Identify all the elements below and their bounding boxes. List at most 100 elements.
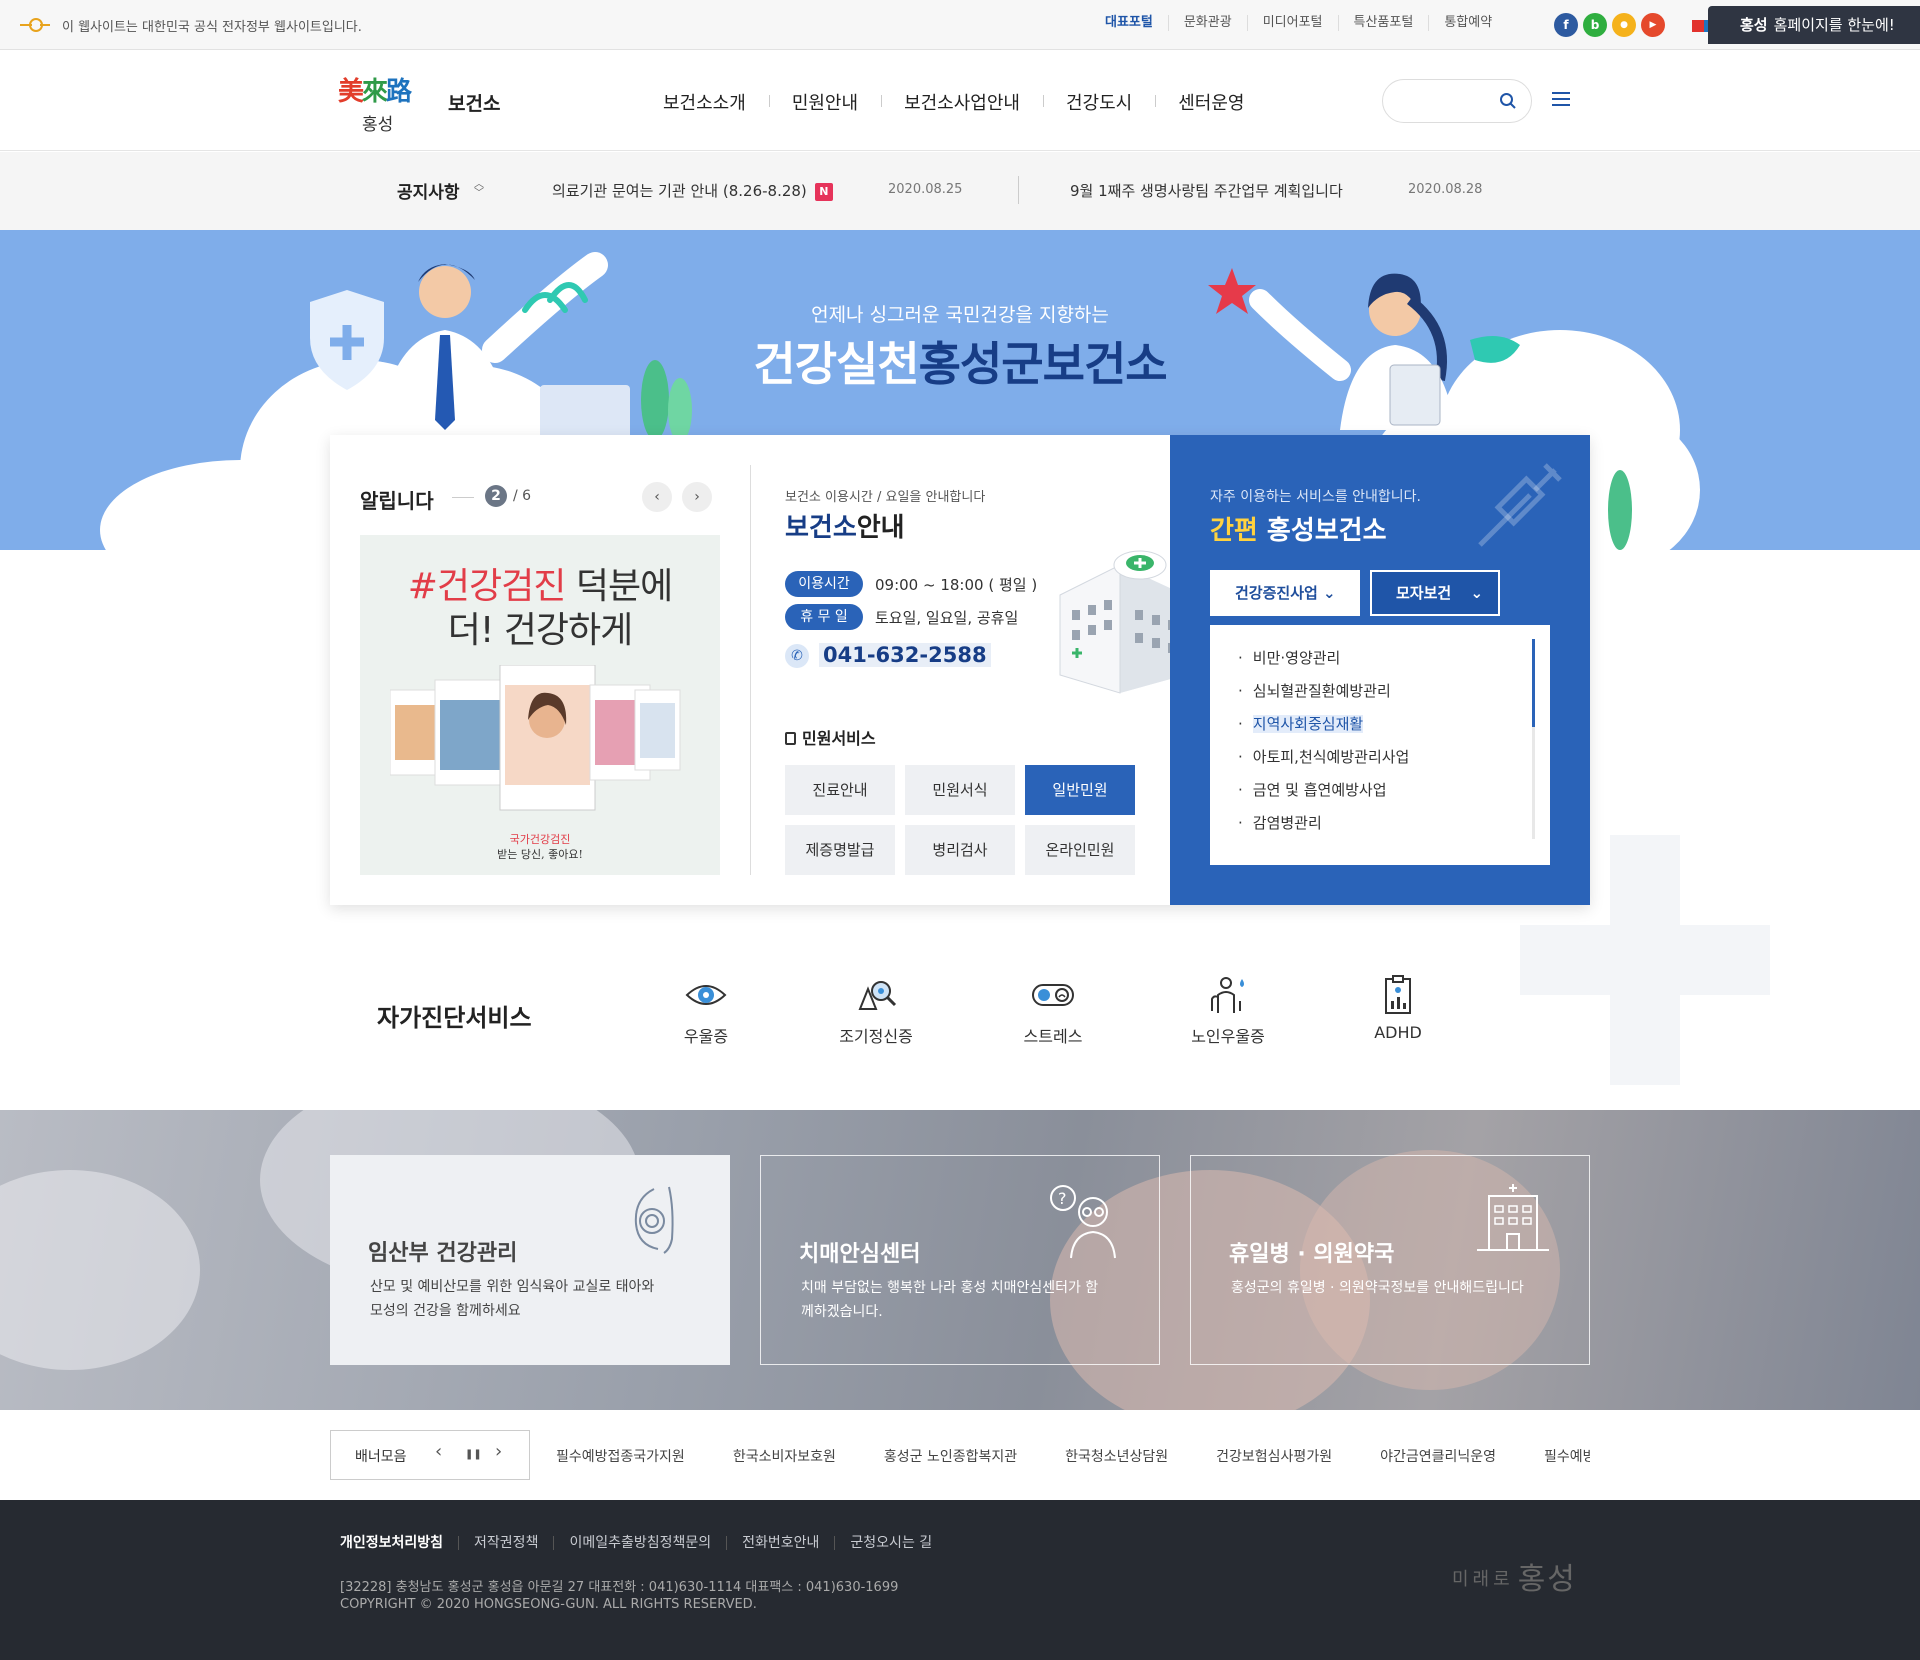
site-logo[interactable]: 美來路 홍성: [338, 71, 412, 135]
list-item[interactable]: 심뇌혈관질환예방관리: [1238, 680, 1550, 713]
phone-icon: ✆: [785, 644, 809, 668]
phone-number[interactable]: ✆ 041-632-2588: [785, 643, 991, 668]
banner-pause-button[interactable]: ❚❚: [465, 1449, 482, 1460]
blog-icon[interactable]: b: [1583, 13, 1607, 37]
list-item[interactable]: 감염병관리: [1238, 812, 1550, 845]
banner-controls: 배너모음 ‹ ❚❚ ›: [330, 1430, 530, 1480]
diagnosis-elderly-depression[interactable]: 노인우울증: [1168, 975, 1288, 1047]
nav-item-projects[interactable]: 보건소사업안내: [881, 89, 1043, 115]
nav-item-healthy-city[interactable]: 건강도시: [1042, 89, 1155, 115]
search-icon[interactable]: [1499, 92, 1517, 110]
card-maternal-health[interactable]: 임산부 건강관리 산모 및 예비산모를 위한 임식육아 교실로 태아와 모성의 …: [330, 1155, 730, 1365]
card-description: 치매 부담없는 행복한 나라 홍성 치매안심센터가 함께하겠습니다.: [801, 1280, 1099, 1320]
sns-links: f b ● ▶: [1554, 13, 1665, 37]
quick-list-scrollbar[interactable]: [1532, 639, 1535, 839]
notice-item[interactable]: 9월 1째주 생명사랑팀 주간업무 계획입니다: [1070, 180, 1343, 201]
banner-link[interactable]: 야간금연클리닉운영: [1380, 1446, 1496, 1466]
diagnosis-adhd[interactable]: ADHD: [1338, 975, 1458, 1042]
portal-link-reservation[interactable]: 통합예약: [1428, 15, 1507, 31]
footer-link-copyright[interactable]: 저작권정책: [458, 1536, 553, 1550]
civil-service-title: 민원서비스: [785, 725, 876, 749]
diagnosis-stress[interactable]: 스트레스: [993, 975, 1113, 1047]
notify-total-page: / 6: [513, 488, 532, 504]
banner-link[interactable]: 필수예방접종국가지원: [1544, 1446, 1590, 1466]
quick-category-select-health[interactable]: 건강증진사업 ⌄: [1210, 570, 1360, 616]
search-input[interactable]: [1382, 79, 1532, 123]
list-item[interactable]: 아토피,천식예방관리사업: [1238, 746, 1550, 779]
service-button-general[interactable]: 일반민원: [1025, 765, 1135, 815]
service-button-certificates[interactable]: 제증명발급: [785, 825, 895, 875]
notify-prev-button[interactable]: ‹: [642, 482, 672, 512]
hero-title: 건강실천홍성군보건소: [753, 337, 1167, 391]
portal-link-culture[interactable]: 문화관광: [1167, 15, 1247, 31]
card-holiday-clinics[interactable]: 휴일병 · 의원약국 홍성군의 휴일병 · 의원약국정보를 안내해드립니다: [1190, 1155, 1590, 1365]
banner-link[interactable]: 한국소비자보호원: [733, 1446, 836, 1466]
service-button-pathology[interactable]: 병리검사: [905, 825, 1015, 875]
nav-item-intro[interactable]: 보건소소개: [640, 89, 769, 115]
diagnosis-depression[interactable]: 우울증: [646, 975, 766, 1047]
footer-link-email-policy[interactable]: 이메일추출방침정책문의: [553, 1536, 726, 1550]
logo-hanja: 美來路: [338, 77, 412, 107]
main-nav: 보건소소개 민원안내 보건소사업안내 건강도시 센터운영: [640, 89, 1267, 115]
health-center-building-icon: [1059, 550, 1185, 694]
hamburger-menu-icon[interactable]: [1552, 92, 1570, 108]
notify-next-button[interactable]: ›: [682, 482, 712, 512]
svg-text:?: ?: [1058, 1189, 1067, 1208]
clipboard-chart-icon: [1385, 975, 1411, 1014]
new-badge: N: [814, 183, 833, 201]
clipboard-icon: [785, 732, 796, 745]
service-button-clinic[interactable]: 진료안내: [785, 765, 895, 815]
card-dementia-center[interactable]: ? 치매안심센터 치매 부담없는 행복한 나라 홍성 치매안심센터가 함께하겠습…: [760, 1155, 1160, 1365]
banner-link[interactable]: 건강보험심사평가원: [1216, 1446, 1332, 1466]
hongseong-sites-button[interactable]: 홍성 홈페이지를 한눈에!: [1708, 6, 1920, 44]
promo-photo-collage: [390, 665, 681, 811]
footer-link-phone[interactable]: 전화번호안내: [726, 1536, 834, 1550]
hours-pill: 이용시간: [785, 571, 863, 597]
notice-toggle-icon[interactable]: ︿ ﹀: [474, 180, 486, 200]
main-panel: 알립니다 2 / 6 ‹ › #건강검진 덕분에 더! 건강하게 국가건강검진 받는…: [330, 435, 1590, 905]
quick-category-select-maternal[interactable]: 모자보건 ⌄: [1370, 570, 1500, 616]
service-button-online[interactable]: 온라인민원: [1025, 825, 1135, 875]
banner-link[interactable]: 한국청소년상담원: [1065, 1446, 1168, 1466]
notify-title: 알립니다: [360, 489, 434, 513]
eye-icon: [685, 985, 727, 1005]
closed-text: 토요일, 일요일, 공휴일: [875, 609, 1019, 627]
portal-link-products[interactable]: 특산품포털: [1337, 15, 1429, 31]
banner-link[interactable]: 홍성군 노인종합복지관: [884, 1446, 1017, 1466]
egov-logo-icon: [20, 18, 50, 32]
promo-footer-title: 국가건강검진: [509, 833, 571, 846]
banner-link[interactable]: 필수예방접종국가지원: [556, 1446, 685, 1466]
notify-promo-banner[interactable]: #건강검진 덕분에 더! 건강하게 국가건강검진 받는 당신, 좋아요!: [360, 535, 720, 875]
notice-item[interactable]: 의료기관 문여는 기관 안내 (8.26-8.28) N: [552, 180, 833, 201]
notify-pagination: 2 / 6: [485, 485, 531, 507]
dementia-icon: ?: [1050, 1185, 1116, 1259]
diagnosis-early-psychosis[interactable]: 조기정신증: [816, 975, 936, 1047]
portal-link-main[interactable]: 대표포털: [1090, 15, 1168, 31]
nav-item-civil[interactable]: 민원안내: [768, 89, 881, 115]
card-description: 산모 및 예비산모를 위한 임식육아 교실로 태아와 모성의 건강을 함께하세요: [370, 1279, 655, 1319]
site-name[interactable]: 보건소: [448, 89, 500, 116]
facebook-icon[interactable]: f: [1554, 13, 1578, 37]
nav-item-centers[interactable]: 센터운영: [1155, 89, 1267, 115]
list-item[interactable]: 비만·영양관리: [1238, 647, 1550, 680]
closed-pill: 휴 무 일: [785, 604, 863, 630]
info-label: 보건소 이용시간 / 요일을 안내합니다: [785, 490, 986, 505]
banner-label: 배너모음: [355, 1449, 407, 1465]
hongseong-tab-bold: 홍성: [1740, 16, 1768, 34]
youtube-icon[interactable]: ▶: [1641, 13, 1665, 37]
notice-divider: [1018, 176, 1019, 204]
kakao-story-icon[interactable]: ●: [1612, 13, 1636, 37]
footer-copyright: COPYRIGHT © 2020 HONGSEONG-GUN. ALL RIGH…: [340, 1597, 757, 1612]
list-item[interactable]: 금연 및 흡연예방사업: [1238, 779, 1550, 812]
service-button-forms[interactable]: 민원서식: [905, 765, 1015, 815]
quick-label: 자주 이용하는 서비스를 안내합니다.: [1210, 489, 1421, 505]
list-item[interactable]: 지역사회중심재활: [1238, 713, 1550, 746]
banner-next-button[interactable]: ›: [495, 1441, 502, 1462]
footer-link-directions[interactable]: 군청오시는 길: [834, 1536, 947, 1550]
portal-link-media[interactable]: 미디어포털: [1246, 15, 1338, 31]
banner-prev-button[interactable]: ‹: [435, 1441, 442, 1462]
chevron-down-icon: ⌄: [1323, 584, 1336, 602]
footer-link-privacy[interactable]: 개인정보처리방침: [340, 1536, 458, 1550]
self-diagnosis-title: 자가진단서비스: [377, 1004, 532, 1032]
cross-decoration-icon: [1520, 835, 1770, 1085]
